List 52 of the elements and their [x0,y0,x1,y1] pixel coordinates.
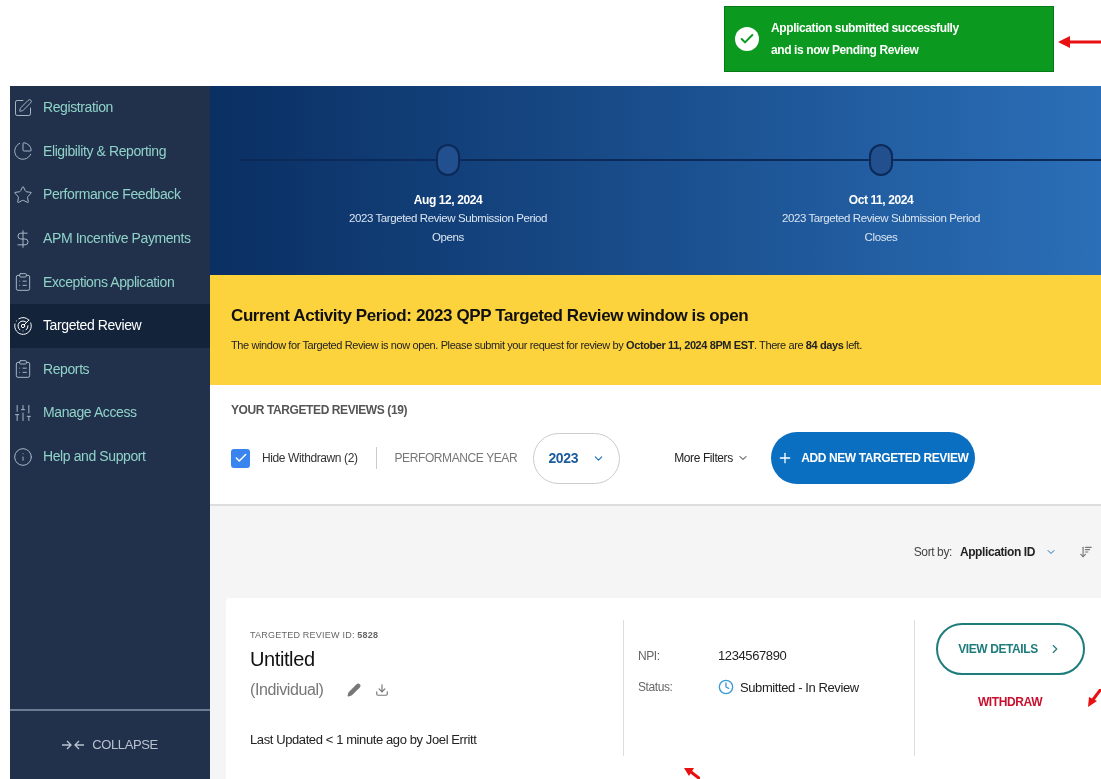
sidebar-item[interactable]: Eligibility & Reporting [10,129,210,174]
field-value: Submitted - In Review [740,678,859,697]
add-review-button[interactable]: ADD NEW TARGETED REVIEW [770,432,975,484]
sliders-icon [13,402,33,423]
section-heading: YOUR TARGETED REVIEWS (19) [231,402,409,419]
pie-chart-icon [13,141,33,162]
star-icon [13,185,33,205]
info-icon [13,446,33,467]
sort-label: Sort by: [913,544,952,561]
timeline-label: 2023 Targeted Review Submission Period Closes [780,211,982,245]
review-type: (Individual) [250,679,324,700]
more-filters-button[interactable]: More Filters [674,449,749,467]
banner-text: The window for Targeted Review is now open. Please submit your request for review by October 11, 2024 8PM EST. There are 84 days left. [231,337,863,353]
sidebar-item[interactable]: Exceptions Application [10,260,210,304]
timeline-date: Aug 12, 2024 [413,192,483,209]
sidebar-item[interactable]: Performance Feedback [10,173,210,217]
sidebar-item[interactable]: Manage Access [10,391,210,435]
field-value: 1234567890 [718,647,787,665]
annotation-arrow [684,767,700,779]
collapse-arrows-icon [62,740,85,750]
sidebar-item[interactable]: APM Incentive Payments [10,216,210,261]
check-icon [233,451,248,465]
performance-year-label: PERFORMANCE YEAR [394,450,518,467]
clock-icon [718,679,734,696]
annotation-arrow [1058,35,1101,49]
edit-icon [13,97,33,118]
sidebar-item[interactable]: Help and Support [10,434,210,479]
sort-order-icon[interactable] [1079,545,1093,559]
collapse-button[interactable]: COLLAPSE [62,735,158,755]
sidebar-item[interactable]: Registration [10,86,210,130]
download-icon[interactable] [375,682,390,697]
withdraw-link[interactable]: WITHDRAW [977,693,1043,711]
clipboard-icon [13,359,33,380]
timeline-label: 2023 Targeted Review Submission Period Opens [347,211,549,245]
sort-dropdown[interactable]: Application ID [959,543,1057,561]
field-label: NPI: [638,647,661,665]
view-details-button[interactable]: VIEW DETAILS [935,623,1085,675]
checkbox-label: Hide Withdrawn (2) [262,450,358,467]
timeline-date: Oct 11, 2024 [848,192,914,209]
target-icon [13,315,33,336]
edit-icon[interactable] [347,682,362,697]
hide-withdrawn-checkbox[interactable] [231,448,250,468]
last-updated: Last Updated < 1 minute ago by Joel Erritt [250,730,478,749]
toast-message: Application submitted successfully and is now Pending Review [771,20,960,59]
annotation-arrow [1087,689,1101,707]
review-id: TARGETED REVIEW ID: 5828 [250,629,380,642]
review-title: Untitled [250,646,316,672]
sidebar-item[interactable]: Targeted Review [10,303,210,348]
banner-title: Current Activity Period: 2023 QPP Targeted Review window is open [231,305,750,327]
clipboard-icon [13,272,33,293]
sidebar-item[interactable]: Reports [10,347,210,392]
field-label: Status: [638,679,674,697]
